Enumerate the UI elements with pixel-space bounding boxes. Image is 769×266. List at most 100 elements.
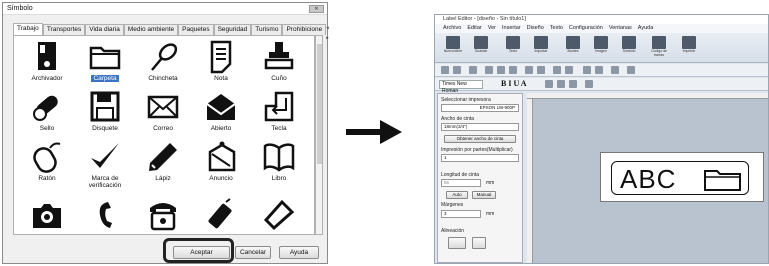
symbol-item[interactable]: Chincheta [134,40,192,88]
telephone-icon [150,203,176,231]
zoom-out-icon[interactable] [565,66,573,74]
vertical-ruler [527,99,533,263]
symbol-label: Abierto [210,125,232,132]
ribbon-print[interactable]: Imprimir [677,36,701,53]
redo-icon[interactable] [537,66,545,74]
help-button[interactable]: Ayuda [279,246,319,259]
symbol-item[interactable]: Disquete [76,90,134,138]
symbol-item[interactable]: Cuño [250,40,308,88]
symbol-item[interactable]: Libro [250,140,308,188]
symbol-item[interactable]: Correo [134,90,192,138]
floppy-icon [90,91,120,122]
symbol-item[interactable]: Ratón [18,140,76,188]
margins-input[interactable]: 3 [441,210,481,218]
menu-configuracion[interactable]: Configuración [569,24,603,33]
menu-archivo[interactable]: Archivo [443,24,461,33]
auto-button[interactable]: Auto [446,191,468,199]
tape-width-select[interactable]: 18mm(3/4") [441,123,519,131]
ribbon-image[interactable]: Imagen [589,36,613,53]
seal-icon [33,95,58,121]
symbol-item[interactable]: Abierto [192,90,250,138]
symbol-item[interactable] [192,198,250,234]
symbol-item-selected[interactable]: Carpeta [76,40,134,88]
ribbon-new-open[interactable]: Nuevo/Abrir [441,36,465,53]
undo-icon[interactable] [525,66,533,74]
cut-icon[interactable] [485,66,493,74]
tag-icon [263,199,295,231]
ribbon-barcode[interactable]: Código de barras [647,36,671,57]
symbol-item[interactable]: Sello [18,90,76,138]
new-open-icon [446,36,460,49]
menu-ventanas[interactable]: Ventanas [609,24,632,33]
tab-prohibiciones[interactable]: Prohibicione [282,24,327,35]
tab-paquetes[interactable]: Paquetes [178,24,214,35]
checkmark-icon [91,143,119,168]
symbol-label: Cuño [271,75,287,82]
symbol-item[interactable]: Tecla [250,90,308,138]
print-parts-select[interactable]: 1 [441,154,519,162]
zoom-in-icon[interactable] [553,66,561,74]
cancel-button[interactable]: Cancelar [235,246,271,259]
ribbon-borders[interactable]: Bordes [561,36,585,53]
align-horizontal-button[interactable] [448,237,466,249]
symbol-item[interactable]: Nota [192,40,250,88]
menu-ver[interactable]: Ver [488,24,496,33]
spacing-icon[interactable] [585,80,593,88]
symbol-item[interactable]: Lápiz [134,140,192,188]
close-button[interactable]: ✕ [309,5,324,13]
printer-select[interactable]: EPSON LW-900P [441,104,519,112]
symbol-item[interactable] [18,198,76,234]
layout-icon[interactable] [627,66,635,74]
menu-texto[interactable]: Texto [550,24,563,33]
tab-vida-diaria[interactable]: Vida diaria [85,24,124,35]
symbol-icon [622,36,636,49]
label-text: ABC [620,164,677,194]
symbol-item[interactable]: Anuncio [192,140,250,188]
ribbon-symbol[interactable]: Símbolo [617,36,641,53]
tab-trabajo[interactable]: Trabajo [13,23,43,35]
ribbon-save[interactable]: Guardar [469,36,493,53]
mouse-icon [33,142,61,173]
align-left-icon[interactable] [545,80,553,88]
align-center-icon[interactable] [557,80,565,88]
line-tool-icon[interactable] [453,66,461,74]
font-select[interactable]: Times New Roman [439,80,483,94]
symbol-item[interactable]: Archivador [18,40,76,88]
tape-label-preview[interactable]: ABC [600,152,764,202]
tab-seguridad[interactable]: Seguridad [213,24,252,35]
app-title: Label Editor - [diseño - Sin título1] [435,15,768,24]
mail-icon [147,95,179,119]
ribbon-import[interactable]: Importar [529,36,553,53]
symbol-item[interactable] [250,198,308,234]
manual-button[interactable]: Manual [472,191,496,199]
symbol-item[interactable]: Marca de verificación [76,140,134,189]
printer-label: Seleccionar impresora [441,97,491,103]
symbol-label: Disquete [92,125,118,132]
stamp-icon [264,42,294,70]
align-right-icon[interactable] [569,80,577,88]
tab-transportes[interactable]: Transportes [42,24,86,35]
select-tool-icon[interactable] [441,66,449,74]
scrollbar-thumb[interactable] [317,44,322,164]
format-buttons[interactable]: B I U A [501,79,527,88]
symbol-item[interactable] [76,198,134,234]
menu-diseno[interactable]: Diseño [527,24,544,33]
symbol-item[interactable] [134,198,192,234]
tab-turismo[interactable]: Turismo [251,24,283,35]
copy-icon[interactable] [497,66,505,74]
tab-medio-ambiente[interactable]: Medio ambiente [123,24,179,35]
menu-editar[interactable]: Editar [467,24,481,33]
tape-length-input[interactable]: 56 [441,179,481,187]
get-tape-width-button[interactable]: Obtener ancho de cinta [444,135,516,143]
tab-scroll-arrows[interactable]: ◂ ▸ [326,23,329,41]
align-icon[interactable] [583,66,591,74]
group-icon[interactable] [611,66,619,74]
ribbon-text[interactable]: Texto [501,36,525,53]
symbol-grid-scrollbar[interactable] [315,35,323,235]
frame-tool-icon[interactable] [469,66,477,74]
menu-ayuda[interactable]: Ayuda [638,24,654,33]
menu-insertar[interactable]: Insertar [502,24,521,33]
distribute-icon[interactable] [595,66,603,74]
paste-icon[interactable] [509,66,517,74]
align-vertical-button[interactable] [472,237,486,249]
